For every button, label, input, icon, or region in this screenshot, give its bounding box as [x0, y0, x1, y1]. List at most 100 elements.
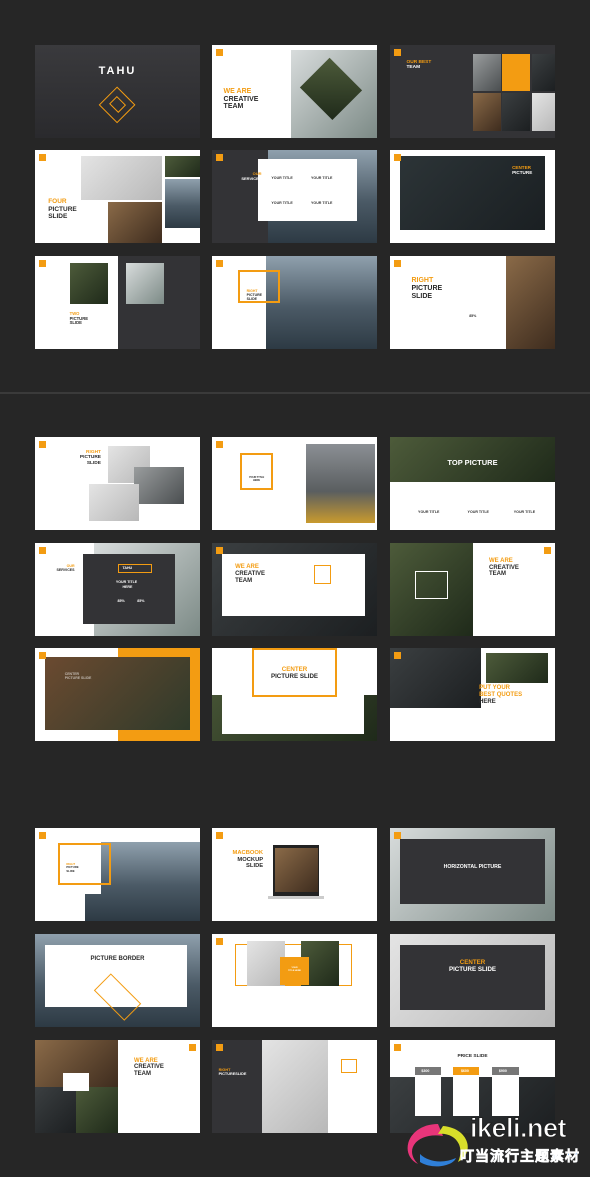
title-line: PICTURE	[48, 205, 77, 213]
slide-thumbnail[interactable]: TOP PICTURE YOUR TITLE YOUR TITLE YOUR TITL…	[390, 437, 555, 530]
shape	[314, 565, 331, 584]
slide-title: RIGHTPICTURESLIDE	[219, 1068, 247, 1077]
slide-thumbnail[interactable]: WE ARE CREATIVE TEAM	[212, 45, 377, 138]
title-line: PRICE SLIDE	[457, 1053, 488, 1059]
slide-thumbnail[interactable]: PUT YOUR BEST QUOTES HERE	[390, 648, 555, 741]
shape	[399, 945, 546, 1011]
slide-label: YOUR TITLE	[271, 176, 293, 181]
slide-title: OUR BEST TEAM	[407, 60, 432, 71]
section-divider	[0, 392, 590, 394]
slide-thumbnail[interactable]: FOUR PICTURE SLIDE	[35, 150, 200, 243]
shape	[221, 694, 364, 734]
slide-thumbnail[interactable]: RIGHTPICTURESLIDE	[35, 828, 200, 921]
slide-title: RIGHTPICTURESLIDE	[66, 863, 78, 873]
photo	[89, 483, 139, 521]
slide-thumbnail[interactable]: CENTER PICTURE SLIDE	[390, 934, 555, 1027]
slide-label: 85%	[117, 598, 125, 603]
slide-label: YOUR TITLE	[271, 201, 293, 206]
photo	[44, 657, 191, 730]
slide-thumbnail[interactable]: RIGHTPICTURESLIDE	[35, 437, 200, 530]
slide-title: PRICE SLIDE	[390, 1054, 555, 1059]
slide-thumbnail[interactable]: CENTER PICTURE SLIDE	[35, 648, 200, 741]
photo	[35, 1086, 77, 1133]
title-line: SLIDE	[69, 320, 82, 326]
brand-logo-icon	[39, 547, 46, 554]
slide-thumbnail[interactable]: RIGHTPICTURESLIDE	[212, 256, 377, 349]
title-line: SERVICES	[241, 175, 262, 181]
slide-title: CENTER PICTURE	[512, 165, 532, 175]
slide-title: TWO PICTURE SLIDE	[69, 311, 88, 326]
photo	[485, 652, 549, 684]
shape	[63, 1072, 90, 1092]
slide-title: RIGHTPICTURESLIDE	[411, 277, 442, 300]
slide-thumbnail[interactable]: CENTER PICTURE SLIDE	[212, 648, 377, 741]
slide-thumbnail[interactable]: TAHU	[35, 45, 200, 138]
photo	[502, 93, 531, 131]
photo	[472, 54, 501, 92]
brand-logo-icon	[39, 652, 46, 659]
photo	[472, 93, 501, 131]
slide-label: HERE	[122, 584, 133, 589]
title-line: WE ARE	[235, 564, 259, 571]
slide-label: $300	[421, 1068, 430, 1073]
title-line: TITLE HERE	[288, 969, 301, 972]
slide-title: WE ARE CREATIVE TEAM	[489, 558, 519, 578]
slide-thumbnail[interactable]: OUR SERVICES YOUR TITLE YOUR TITLE YOUR TITL…	[212, 150, 377, 243]
title-line: SLIDE	[66, 868, 75, 873]
slide-label: YOUR TITLE	[115, 580, 138, 585]
title-line: PICTURESLIDE	[218, 1072, 247, 1077]
title-line: PICTURE SLIDE	[448, 965, 497, 973]
slide-thumbnail[interactable]: OUR BEST TEAM	[390, 45, 555, 138]
brand-logo-icon	[394, 832, 401, 839]
slide-thumbnail[interactable]: RIGHTPICTURESLIDE	[212, 1040, 377, 1133]
brand-logo-icon	[39, 832, 46, 839]
slide-thumbnail[interactable]: YOUR TITLE HERE	[212, 934, 377, 1027]
slide-title: YOUR TITLE HERE	[240, 476, 273, 483]
brand-logo-icon	[189, 1044, 196, 1051]
slide-thumbnail[interactable]: WE ARE CREATIVE TEAM	[212, 543, 377, 636]
title-line: SLIDE	[411, 293, 433, 301]
brand-logo-icon	[216, 547, 223, 554]
brand-logo-icon	[544, 547, 551, 554]
slide-label: $900	[498, 1068, 507, 1073]
slide-title: YOUR TITLE HERE	[280, 967, 310, 972]
title-line: PICTURE	[411, 285, 443, 293]
slide-thumbnail[interactable]: MACBOOK MOCKUP SLIDE	[212, 828, 377, 921]
slide-label: YOUR TITLE	[311, 176, 333, 181]
slide-title: PUT YOUR BEST QUOTES HERE	[479, 685, 522, 705]
title-line: PUT YOUR	[479, 685, 510, 692]
slide-thumbnail[interactable]: RIGHT PICTURE SLIDE 85%	[390, 256, 555, 349]
slide-title: CENTER PICTURE SLIDE	[65, 672, 92, 681]
photo	[390, 648, 481, 708]
slide-thumbnail[interactable]: YOUR TITLE HERE	[212, 437, 377, 530]
shape	[340, 1058, 358, 1073]
slide-thumbnail[interactable]: TWO PICTURE SLIDE	[35, 256, 200, 349]
slide-thumbnail[interactable]: CENTER PICTURE	[390, 150, 555, 243]
title-line: SLIDE	[246, 297, 257, 302]
watermark-tagline: 叮当流行主题素材	[460, 1148, 580, 1165]
slide-title: TOP PICTURE	[390, 458, 555, 468]
title-line: HERE	[252, 478, 261, 482]
slide-thumbnail[interactable]: PICTURE BORDER	[35, 934, 200, 1027]
brand-logo-icon	[216, 260, 223, 267]
shape	[221, 554, 366, 616]
photo	[107, 202, 163, 243]
photo	[125, 263, 164, 305]
title-line: TOP PICTURE	[447, 458, 498, 468]
title-line: CREATIVE	[134, 1064, 164, 1071]
slide-thumbnail[interactable]: OUR SERVICES TAHU YOUR TITLE HERE 85% 85%	[35, 543, 200, 636]
title-line: CREATIVE	[223, 95, 259, 103]
shape	[390, 707, 555, 741]
slide-title: RIGHTPICTURESLIDE	[42, 450, 101, 466]
slide-label: YOUR TITLE	[467, 509, 489, 514]
title-line: SLIDE	[246, 863, 264, 870]
slide-title: TAHU	[35, 65, 200, 77]
photo	[165, 178, 200, 229]
brand-logo-icon	[39, 441, 46, 448]
slide-thumbnail[interactable]: WE ARE CREATIVE TEAM	[35, 1040, 200, 1133]
slide-thumbnail[interactable]: HORIZONTAL PICTURE	[390, 828, 555, 921]
slide-label: 85%	[469, 313, 477, 318]
brand-logo-icon	[216, 441, 223, 448]
slide-thumbnail[interactable]: WE ARE CREATIVE TEAM	[390, 543, 555, 636]
title-line: PICTURE SLIDE	[270, 672, 319, 680]
